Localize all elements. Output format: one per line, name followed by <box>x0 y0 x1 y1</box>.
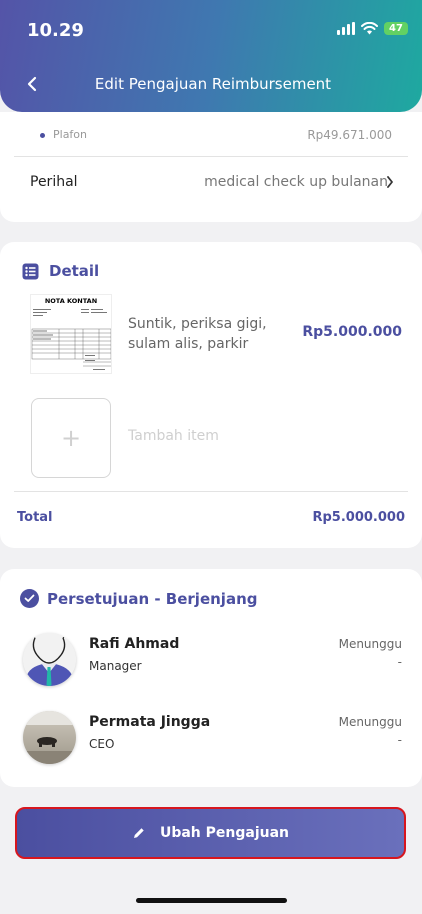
add-item-button[interactable]: + <box>31 398 111 478</box>
signal-icon <box>337 22 355 35</box>
approver-role: Manager <box>89 659 142 673</box>
home-indicator[interactable] <box>136 898 287 903</box>
status-icons: 47 <box>337 22 408 35</box>
perihal-value: medical check up bulanan <box>204 174 388 190</box>
approver-date: - <box>397 655 402 669</box>
battery-indicator: 47 <box>384 22 408 35</box>
pencil-icon <box>133 828 144 838</box>
perihal-label: Perihal <box>30 174 78 190</box>
approver-name: Permata Jingga <box>89 714 211 730</box>
summary-card: Plafon Rp49.671.000 Perihal medical chec… <box>0 112 422 222</box>
total-value: Rp5.000.000 <box>312 510 405 525</box>
plafon-label: Plafon <box>53 128 88 141</box>
approval-card: Persetujuan - Berjenjang Rafi Ahmad Mana… <box>0 569 422 787</box>
status-time: 10.29 <box>27 20 84 41</box>
receipt-title: NOTA KONTAN <box>44 297 98 305</box>
app-header: 10.29 47 Edit Pengajuan Reimbursement <box>0 0 422 112</box>
page-title: Edit Pengajuan Reimbursement <box>94 75 332 93</box>
add-item-label[interactable]: Tambah item <box>128 428 219 444</box>
edit-submission-button[interactable]: Ubah Pengajuan <box>15 807 406 859</box>
perihal-row[interactable]: Perihal medical check up bulanan <box>30 174 388 190</box>
approver-row: Permata Jingga CEO Menunggu - <box>0 711 422 771</box>
total-label: Total <box>17 510 53 525</box>
check-circle-icon <box>20 589 39 608</box>
chevron-right-icon[interactable] <box>386 176 394 192</box>
approver-name: Rafi Ahmad <box>89 636 180 652</box>
wifi-icon <box>361 22 378 35</box>
approval-title: Persetujuan - Berjenjang <box>47 589 258 608</box>
divider <box>14 156 408 157</box>
avatar <box>23 711 76 764</box>
bullet-icon <box>40 132 45 138</box>
approver-status: Menunggu <box>338 715 402 729</box>
detail-card: Detail NOTA KONTAN Suntik, periksa gigi,… <box>0 242 422 548</box>
plafon-row: Plafon Rp49.671.000 <box>14 128 408 142</box>
receipt-thumbnail[interactable]: NOTA KONTAN <box>30 294 112 374</box>
edit-submission-label: Ubah Pengajuan <box>159 825 290 841</box>
detail-title: Detail <box>49 262 100 280</box>
list-icon <box>22 263 39 279</box>
receipt-lines <box>31 309 111 370</box>
approver-status: Menunggu <box>338 637 402 651</box>
approver-role: CEO <box>89 737 115 751</box>
approver-date: - <box>397 733 402 747</box>
approver-row: Rafi Ahmad Manager Menunggu - <box>0 633 422 693</box>
plafon-value: Rp49.671.000 <box>307 128 392 142</box>
item-name[interactable]: Suntik, periksa gigi, sulam alis, parkir <box>128 314 288 354</box>
approval-header: Persetujuan - Berjenjang <box>20 589 257 608</box>
detail-header: Detail <box>22 262 99 280</box>
plus-icon: + <box>60 424 82 452</box>
divider <box>14 491 408 492</box>
item-price: Rp5.000.000 <box>302 324 402 340</box>
avatar <box>23 633 76 686</box>
